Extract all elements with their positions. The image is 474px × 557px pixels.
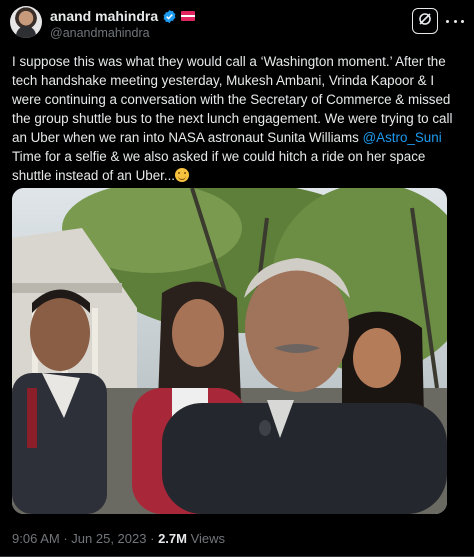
selfie-photo-image (12, 188, 447, 514)
more-dot-icon (446, 19, 449, 23)
tweet-text-line-part: an Uber when we ran into NASA astronaut … (12, 130, 359, 145)
mention-link[interactable]: @Astro_Suni (363, 130, 442, 145)
flag-icon (181, 11, 196, 21)
tweet-text-line: shuttle instead of an Uber... (12, 166, 464, 185)
author-display-name[interactable]: anand mahindra (50, 8, 158, 24)
tweet-time[interactable]: 9:06 AM (12, 531, 60, 546)
tweet-text: I suppose this was what they would call … (12, 52, 464, 185)
tweet-header: anand mahindra @anandmahindra (10, 4, 464, 40)
tweet-text-line: tech handshake meeting yesterday, Mukesh… (12, 73, 435, 88)
tweet-date[interactable]: Jun 25, 2023 (71, 531, 146, 546)
tweet-text-line: an Uber when we ran into NASA astronaut … (12, 128, 464, 147)
more-dot-icon (453, 19, 457, 23)
tweet-text-line: Time for a selfie & we also asked if we … (12, 149, 426, 164)
tweet-text-line-part: shuttle instead of an Uber... (12, 168, 176, 183)
more-options-button[interactable] (446, 13, 464, 29)
tweet-text-line: were continuing a conversation with the … (12, 92, 451, 107)
author-name-row: anand mahindra (50, 8, 196, 24)
grok-button[interactable] (412, 8, 438, 34)
grok-icon (417, 11, 433, 32)
tweet-text-line: the group shuttle bus to the next lunch … (12, 111, 453, 126)
avatar[interactable] (10, 6, 42, 38)
tweet-post: anand mahindra @anandmahindra I suppose … (0, 0, 474, 557)
more-dot-icon (461, 19, 464, 23)
meta-separator: · (150, 531, 155, 546)
meta-separator: · (63, 531, 68, 546)
verified-badge-icon (162, 9, 177, 24)
tweet-meta: 9:06 AM · Jun 25, 2023 · 2.7M Views (12, 531, 225, 546)
author-handle[interactable]: @anandmahindra (50, 26, 150, 40)
views-count: 2.7M (158, 531, 187, 546)
tweet-text-line: I suppose this was what they would call … (12, 54, 446, 69)
smiling-face-emoji-icon (175, 168, 190, 182)
views-label: Views (190, 531, 226, 546)
selfie-photo[interactable] (12, 188, 447, 514)
